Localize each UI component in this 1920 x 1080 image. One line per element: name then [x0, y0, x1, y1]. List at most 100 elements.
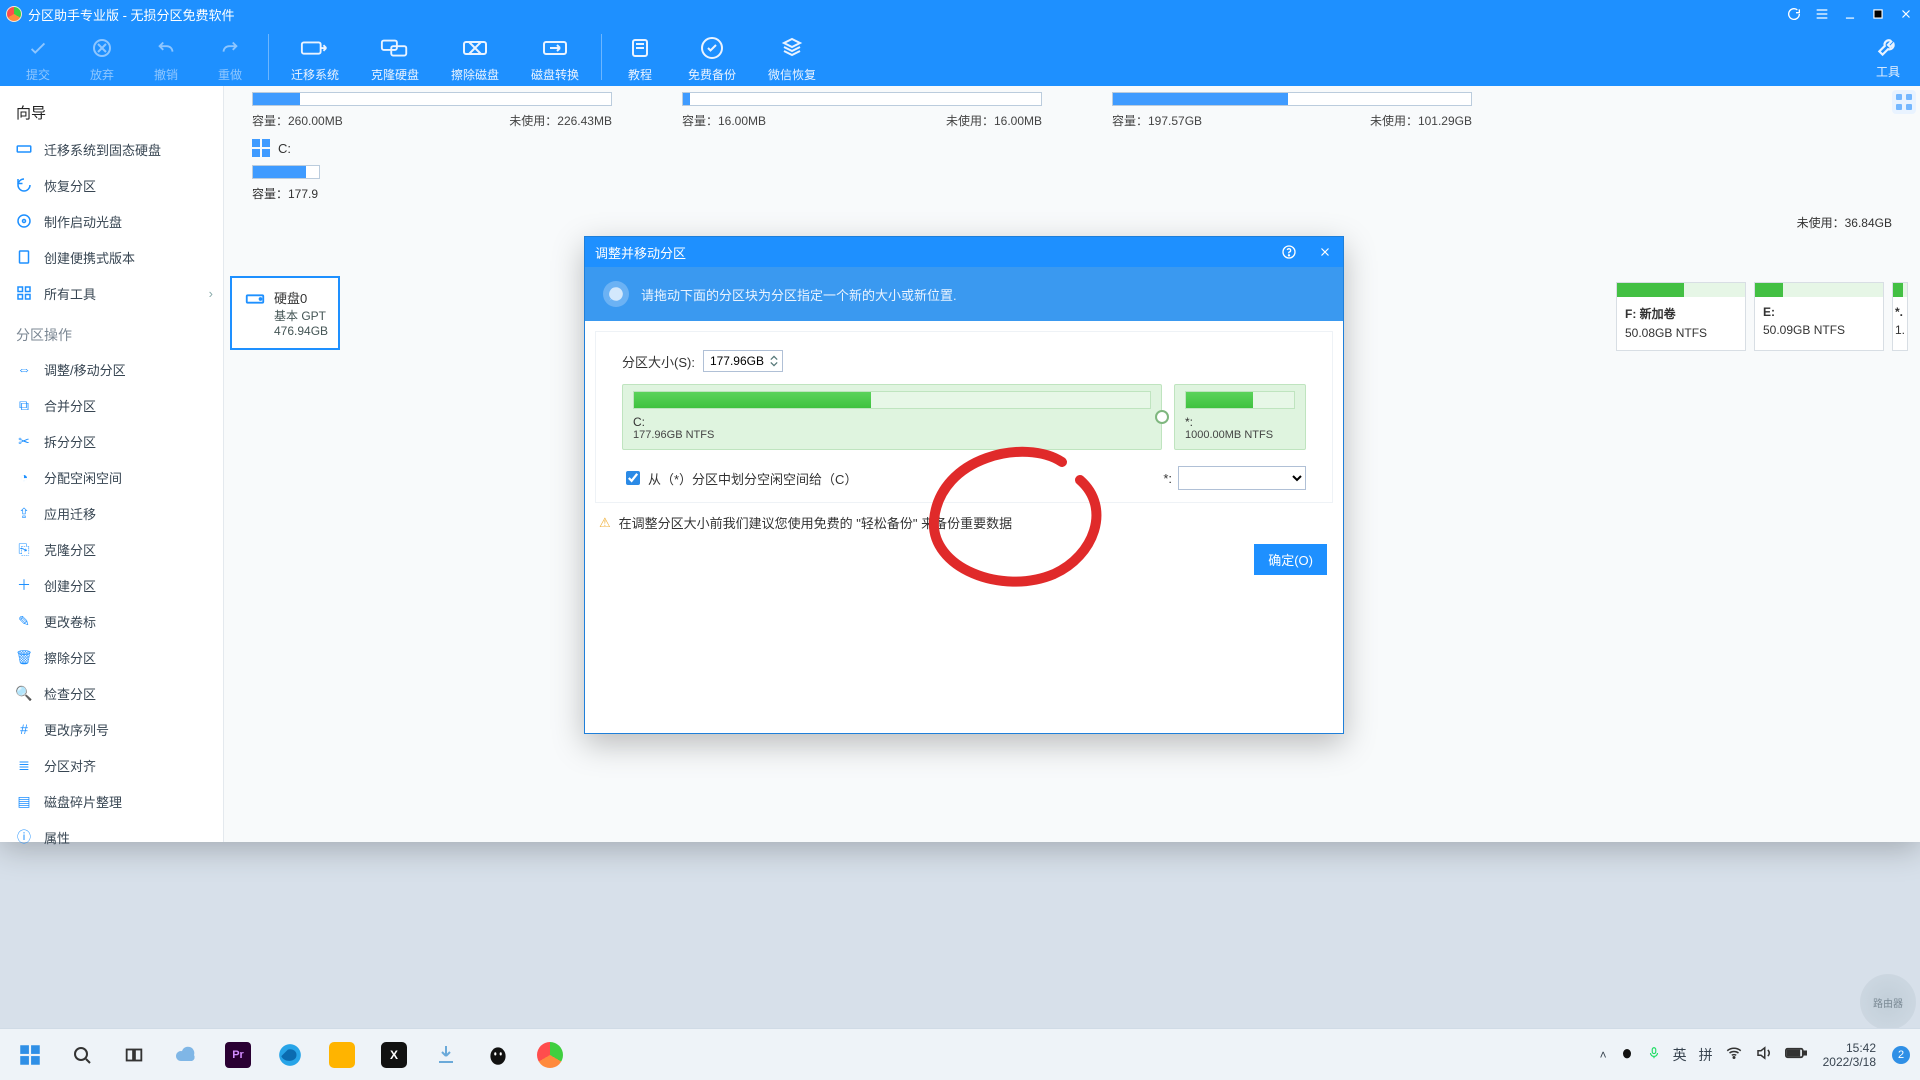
dialog-help-icon[interactable] [1271, 237, 1307, 267]
maximize-icon[interactable] [1864, 0, 1892, 28]
free-backup-button[interactable]: 免费备份 [672, 30, 752, 83]
wipe-disk-button[interactable]: 擦除磁盘 [435, 30, 515, 83]
ops-label: 擦除分区 [44, 648, 96, 667]
app-yellow-icon[interactable] [320, 1033, 364, 1077]
ops-item[interactable]: ▤磁盘碎片整理 [0, 783, 223, 819]
volume-card[interactable]: *.1. [1892, 282, 1908, 351]
ops-item[interactable]: ⇪应用迁移 [0, 495, 223, 531]
migrate-os-button[interactable]: 迁移系统 [275, 30, 355, 83]
disk-chip-sub2: 476.94GB [274, 324, 328, 338]
wizard-boot-disc[interactable]: 制作启动光盘 [0, 203, 223, 239]
ime-mode[interactable]: 拼 [1699, 1045, 1713, 1065]
tray-chevron-icon[interactable]: ˄ [1600, 1048, 1607, 1062]
ops-item[interactable]: 🔍检查分区 [0, 675, 223, 711]
tutorial-button[interactable]: 教程 [608, 30, 672, 83]
discard-button[interactable]: 放弃 [70, 30, 134, 83]
ops-icon: ⓘ [14, 827, 34, 847]
wizard-recover-partition[interactable]: 恢复分区 [0, 167, 223, 203]
dialog-titlebar: 调整并移动分区 [585, 237, 1343, 267]
refresh-icon[interactable] [1780, 0, 1808, 28]
ops-item[interactable]: ＋创建分区 [0, 567, 223, 603]
dialog-info-bar: 请拖动下面的分区块为分区指定一个新的大小或新位置. [585, 267, 1343, 321]
convert-label: 磁盘转换 [515, 66, 595, 83]
dialog-ok-button[interactable]: 确定(O) [1254, 544, 1327, 575]
diagram-c-block[interactable]: C: 177.96GB NTFS [622, 384, 1162, 450]
ops-item[interactable]: 🗑擦除分区 [0, 639, 223, 675]
diagram-star-letter: *: [1185, 415, 1295, 429]
wizard-label: 迁移系统到固态硬盘 [44, 140, 161, 159]
redo-button[interactable]: 重做 [198, 30, 262, 83]
layout-toggle-icon[interactable] [1892, 90, 1916, 114]
partition-card[interactable]: 容量：260.00MB未使用：226.43MB [252, 92, 612, 129]
premiere-icon[interactable]: Pr [216, 1033, 260, 1077]
clone-disk-button[interactable]: 克隆硬盘 [355, 30, 435, 83]
undo-label: 撤销 [134, 66, 198, 83]
ops-item[interactable]: ≣分区对齐 [0, 747, 223, 783]
alloc-source-select[interactable] [1178, 466, 1306, 490]
wizard-label: 制作启动光盘 [44, 212, 122, 231]
ops-item[interactable]: ⇔调整/移动分区 [0, 351, 223, 387]
partition-card[interactable]: 容量：16.00MB未使用：16.00MB [682, 92, 1042, 129]
commit-button[interactable]: 提交 [6, 30, 70, 83]
volume-card[interactable]: E:50.09GB NTFS [1754, 282, 1884, 351]
ops-item[interactable]: ✎更改卷标 [0, 603, 223, 639]
discard-label: 放弃 [70, 66, 134, 83]
ops-item[interactable]: #更改序列号 [0, 711, 223, 747]
disk-chip[interactable]: 硬盘0 基本 GPT 476.94GB [230, 276, 340, 350]
undo-button[interactable]: 撤销 [134, 30, 198, 83]
tools-button[interactable]: 工具 [1862, 30, 1914, 80]
drive-right-unused: 未使用：36.84GB [1797, 214, 1892, 231]
migrate-label: 迁移系统 [275, 66, 355, 83]
download-icon[interactable] [424, 1033, 468, 1077]
tray-mic-icon[interactable] [1647, 1044, 1661, 1065]
capcut-icon[interactable]: X [372, 1033, 416, 1077]
wizard-portable[interactable]: 创建便携式版本 [0, 239, 223, 275]
partition-unused: 未使用：226.43MB [509, 112, 612, 129]
convert-disk-button[interactable]: 磁盘转换 [515, 30, 595, 83]
ops-item[interactable]: ✂拆分分区 [0, 423, 223, 459]
ops-item[interactable]: ⎘克隆分区 [0, 531, 223, 567]
search-icon[interactable] [60, 1033, 104, 1077]
menu-icon[interactable] [1808, 0, 1836, 28]
vol-detail: 50.09GB NTFS [1763, 323, 1875, 337]
spin-down-icon[interactable] [766, 361, 782, 367]
sidebar: 向导 迁移系统到固态硬盘 恢复分区 制作启动光盘 创建便携式版本 所有工具 › [0, 86, 224, 842]
taskview-icon[interactable] [112, 1033, 156, 1077]
ops-icon: ⎘ [14, 539, 34, 559]
taskbar-clock[interactable]: 15:42 2022/3/18 [1823, 1041, 1876, 1069]
wechat-recover-button[interactable]: 微信恢复 [752, 30, 832, 83]
info-icon [603, 281, 629, 307]
alloc-from-checkbox[interactable] [626, 471, 640, 485]
edge-icon[interactable] [268, 1033, 312, 1077]
wizard-migrate-ssd[interactable]: 迁移系统到固态硬盘 [0, 131, 223, 167]
ops-item[interactable]: ◔分配空闲空间 [0, 459, 223, 495]
main-content: 容量：260.00MB未使用：226.43MB 容量：16.00MB未使用：16… [224, 86, 1920, 842]
ops-icon: 🔍 [14, 683, 34, 703]
partition-bar [252, 92, 612, 106]
wifi-icon[interactable] [1725, 1044, 1743, 1065]
tray-qq-icon[interactable] [1619, 1045, 1635, 1064]
wizard-header: 向导 [0, 92, 223, 131]
resize-handle-icon[interactable] [1155, 410, 1169, 424]
ops-label: 分配空闲空间 [44, 468, 122, 487]
volume-card[interactable]: F: 新加卷50.08GB NTFS [1616, 282, 1746, 351]
ime-lang[interactable]: 英 [1673, 1045, 1687, 1065]
close-icon[interactable] [1892, 0, 1920, 28]
diagram-star-block[interactable]: *: 1000.00MB NTFS [1174, 384, 1306, 450]
app-running-icon[interactable] [528, 1033, 572, 1077]
ops-item[interactable]: ⓘ属性 [0, 819, 223, 855]
partition-size-input[interactable] [704, 353, 766, 369]
battery-icon[interactable] [1785, 1046, 1807, 1063]
wizard-all-tools[interactable]: 所有工具 › [0, 275, 223, 311]
partition-card[interactable]: 容量：197.57GB未使用：101.29GB [1112, 92, 1472, 129]
start-button[interactable] [8, 1033, 52, 1077]
qq-icon[interactable] [476, 1033, 520, 1077]
minimize-icon[interactable] [1836, 0, 1864, 28]
dialog-hint: 请拖动下面的分区块为分区指定一个新的大小或新位置. [641, 285, 957, 304]
ops-item[interactable]: ⧉合并分区 [0, 387, 223, 423]
notifications-icon[interactable]: 2 [1892, 1046, 1910, 1064]
cloud-icon[interactable] [164, 1033, 208, 1077]
dialog-close-icon[interactable] [1307, 237, 1343, 267]
partition-size-spinner[interactable] [703, 350, 783, 372]
volume-icon[interactable] [1755, 1044, 1773, 1065]
